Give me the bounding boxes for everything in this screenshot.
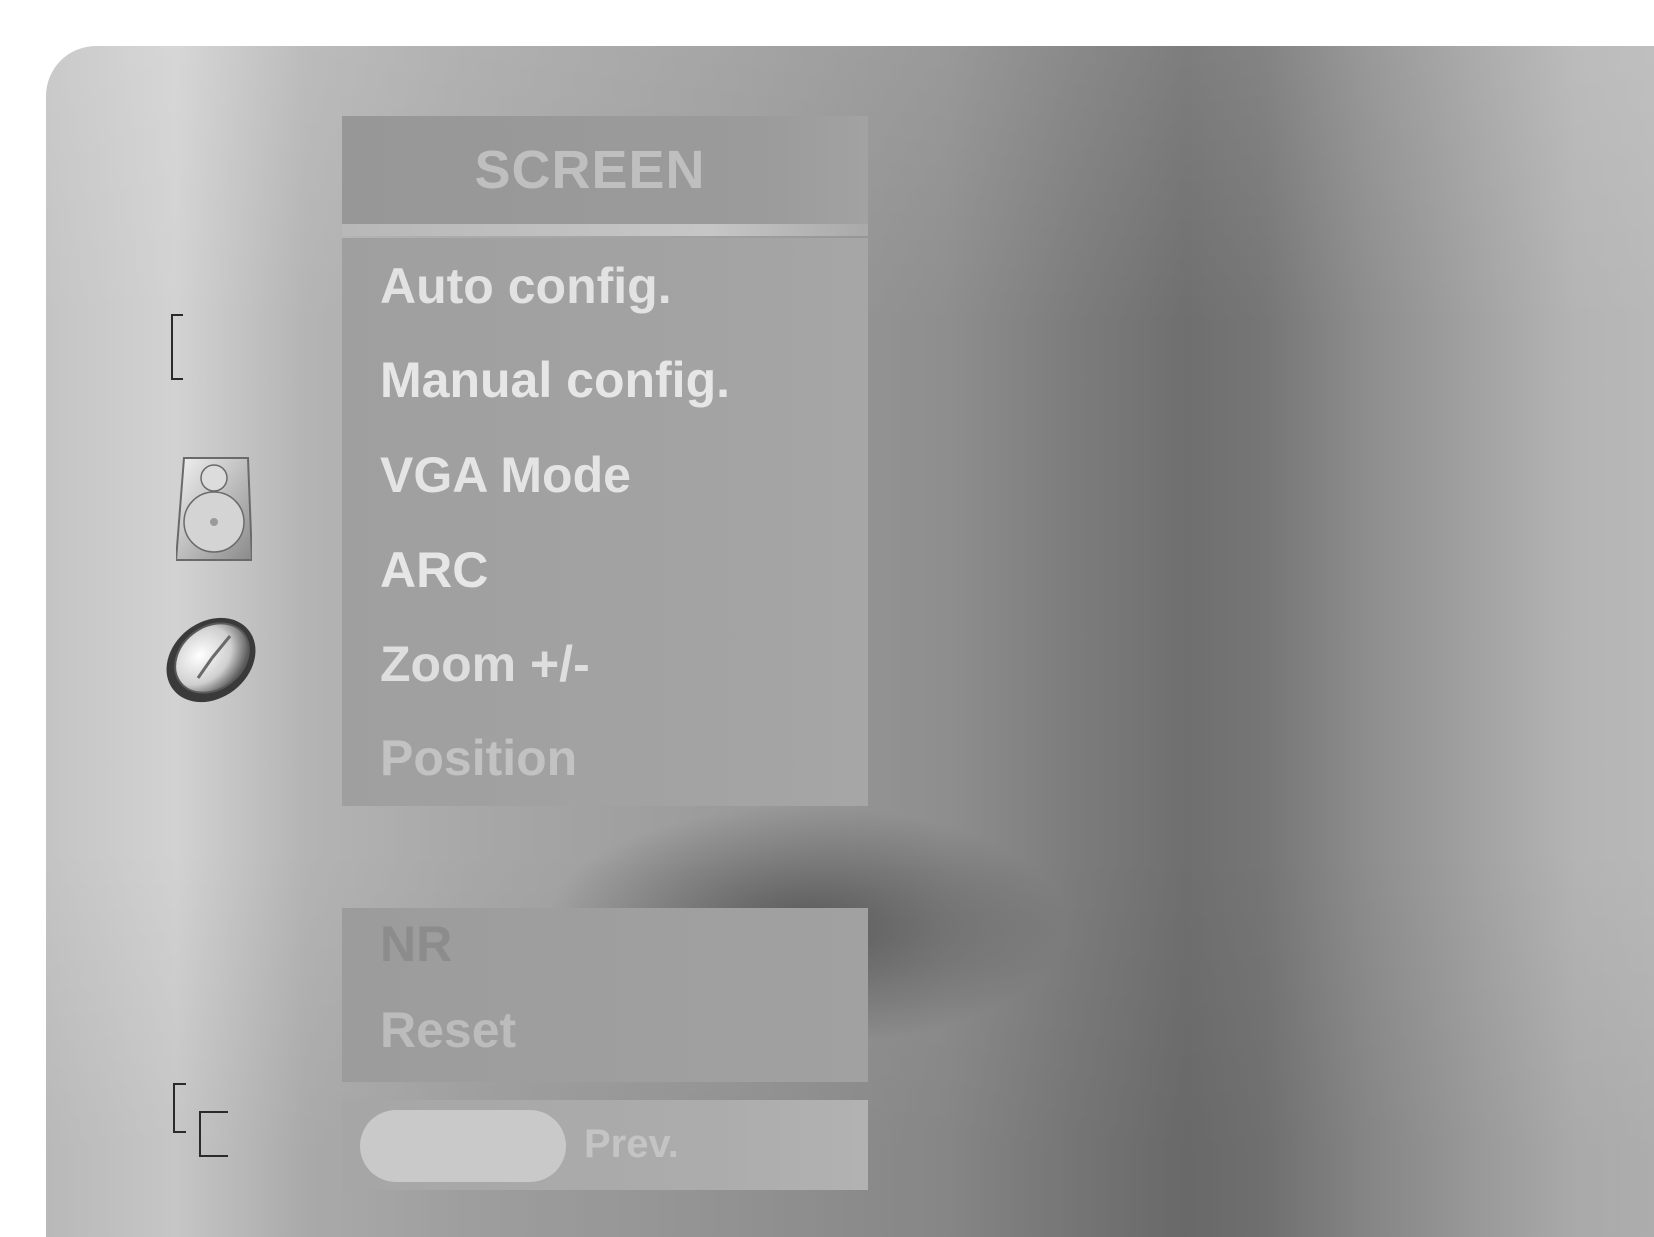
clock-icon[interactable] [158,612,264,708]
window-icon[interactable] [172,1082,232,1158]
menu-item-label: Zoom +/- [380,636,590,692]
menu-item-label: VGA Mode [380,447,631,503]
menu-item-label: Auto config. [380,258,672,314]
menu-item-zoom[interactable]: Zoom +/- [380,634,590,694]
menu-list-lower: NR Reset [342,908,868,1082]
menu-item-vga-mode[interactable]: VGA Mode [380,445,631,505]
prev-button[interactable] [360,1110,566,1182]
footer-bar: Prev. [342,1100,868,1190]
speaker-icon[interactable] [176,456,252,562]
menu-item-label: ARC [380,542,489,598]
menu-item-nr[interactable]: NR [380,914,460,974]
menu-item-label: Reset [380,1002,517,1058]
menu-item-label: NR [380,916,453,972]
menu-item-label: Position [380,730,578,786]
menu-list: Auto config. Manual config. VGA Mode ARC… [342,238,868,806]
menu-title: SCREEN [474,140,706,200]
prev-label: Prev. [584,1122,679,1166]
menu-item-arc[interactable]: ARC [380,540,488,600]
menu-divider [342,224,868,236]
menu-item-position[interactable]: Position [380,728,577,788]
menu-item-label: Manual config. [380,352,730,408]
menu-item-reset[interactable]: Reset [380,1000,530,1060]
picture-bracket-icon[interactable] [171,314,183,380]
menu-item-manual-config[interactable]: Manual config. [380,350,730,410]
menu-header: SCREEN [342,116,868,224]
menu-item-auto-config[interactable]: Auto config. [380,256,672,316]
